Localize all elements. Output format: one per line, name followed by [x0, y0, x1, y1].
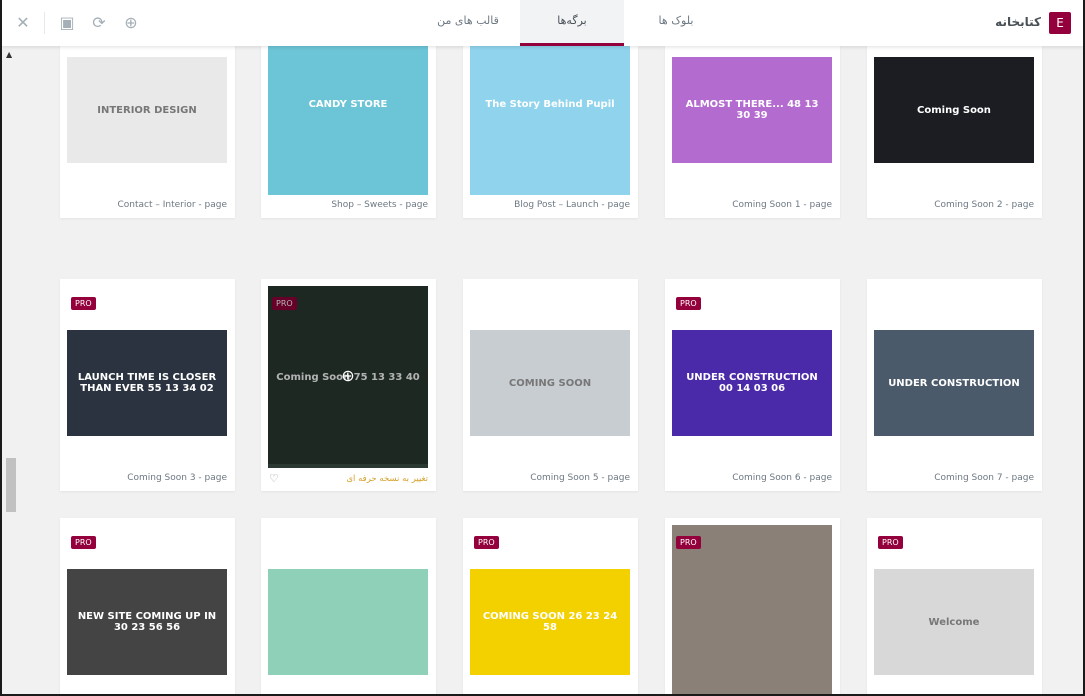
- template-title: Coming Soon 5 - page: [530, 473, 630, 483]
- divider: [44, 12, 45, 34]
- template-thumbnail[interactable]: [268, 569, 428, 675]
- preview-overlay[interactable]: ⊕: [268, 286, 428, 464]
- template-thumbnail[interactable]: COMING SOON 26 23 24 58: [470, 569, 630, 675]
- template-thumbnail[interactable]: Welcome: [874, 569, 1034, 675]
- template-thumbnail[interactable]: NEW SITE COMING UP IN 30 23 56 56: [67, 569, 227, 675]
- library-modal: ✕ ▣ ⟳ ⊕ قالب های من برگه‌ها بلوک ها کتاب…: [2, 0, 1083, 694]
- template-title: Contact – Interior - page: [117, 200, 227, 210]
- tab-pages[interactable]: برگه‌ها: [520, 0, 624, 46]
- template-thumbnail[interactable]: UNDER CONSTRUCTION: [874, 330, 1034, 436]
- template-title: Shop – Sweets - page: [331, 200, 428, 210]
- template-thumbnail[interactable]: UNDER CONSTRUCTION 00 14 03 06: [672, 330, 832, 436]
- template-card[interactable]: COMING SOON 26 23 24 58 PRO: [463, 518, 638, 694]
- pro-badge: PRO: [676, 536, 701, 549]
- template-title: Coming Soon 7 - page: [934, 473, 1034, 483]
- card-footer: ♡ تغییر به نسخه حرفه ای: [261, 467, 436, 491]
- upgrade-link[interactable]: تغییر به نسخه حرفه ای: [346, 474, 428, 484]
- save-icon[interactable]: ▣: [57, 13, 77, 33]
- upload-icon[interactable]: ⊕: [121, 13, 141, 33]
- template-thumbnail[interactable]: INTERIOR DESIGN: [67, 57, 227, 163]
- template-title: Coming Soon 1 - page: [732, 200, 832, 210]
- template-title: Blog Post – Launch - page: [514, 200, 630, 210]
- template-card[interactable]: LAUNCH TIME IS CLOSER THAN EVER 55 13 34…: [60, 279, 235, 491]
- tab-my-templates[interactable]: قالب های من: [416, 0, 520, 46]
- template-card[interactable]: PRO: [665, 518, 840, 694]
- pro-badge: PRO: [71, 297, 96, 310]
- tab-blocks[interactable]: بلوک ها: [624, 0, 728, 46]
- close-icon[interactable]: ✕: [13, 13, 33, 33]
- sync-icon[interactable]: ⟳: [89, 13, 109, 33]
- template-card[interactable]: NEW SITE COMING UP IN 30 23 56 56 PRO: [60, 518, 235, 694]
- template-card[interactable]: Coming Soon 75 13 33 40 PRO ⊕ ♡ تغییر به نسخ…: [261, 279, 436, 491]
- scrollbar-thumb[interactable]: [6, 458, 16, 512]
- template-card[interactable]: Welcome PRO: [867, 518, 1042, 694]
- template-thumbnail[interactable]: LAUNCH TIME IS CLOSER THAN EVER 55 13 34…: [67, 330, 227, 436]
- template-title: Coming Soon 2 - page: [934, 200, 1034, 210]
- scrollbar[interactable]: ▲: [2, 46, 18, 694]
- zoom-in-icon[interactable]: ⊕: [341, 366, 354, 385]
- scroll-up-arrow-icon[interactable]: ▲: [6, 50, 12, 59]
- template-thumbnail[interactable]: Coming Soon: [874, 57, 1034, 163]
- template-title: Coming Soon 6 - page: [732, 473, 832, 483]
- template-card[interactable]: UNDER CONSTRUCTION 00 14 03 06 PRO Coming …: [665, 279, 840, 491]
- elementor-logo-icon: E: [1049, 12, 1071, 34]
- template-title: Coming Soon 3 - page: [127, 473, 227, 483]
- template-card[interactable]: COMING SOON Coming Soon 5 - page: [463, 279, 638, 491]
- template-card[interactable]: UNDER CONSTRUCTION Coming Soon 7 - page: [867, 279, 1042, 491]
- template-thumbnail[interactable]: [672, 525, 832, 694]
- template-thumbnail[interactable]: COMING SOON: [470, 330, 630, 436]
- pro-badge: PRO: [676, 297, 701, 310]
- pro-badge: PRO: [878, 536, 903, 549]
- template-thumbnail[interactable]: ALMOST THERE... 48 13 30 39: [672, 57, 832, 163]
- modal-title: کتابخانه: [995, 15, 1041, 29]
- pro-badge: PRO: [71, 536, 96, 549]
- favorite-heart-icon[interactable]: ♡: [269, 472, 279, 485]
- pro-badge: PRO: [474, 536, 499, 549]
- header: ✕ ▣ ⟳ ⊕ قالب های من برگه‌ها بلوک ها کتاب…: [2, 0, 1083, 46]
- template-card[interactable]: [261, 518, 436, 694]
